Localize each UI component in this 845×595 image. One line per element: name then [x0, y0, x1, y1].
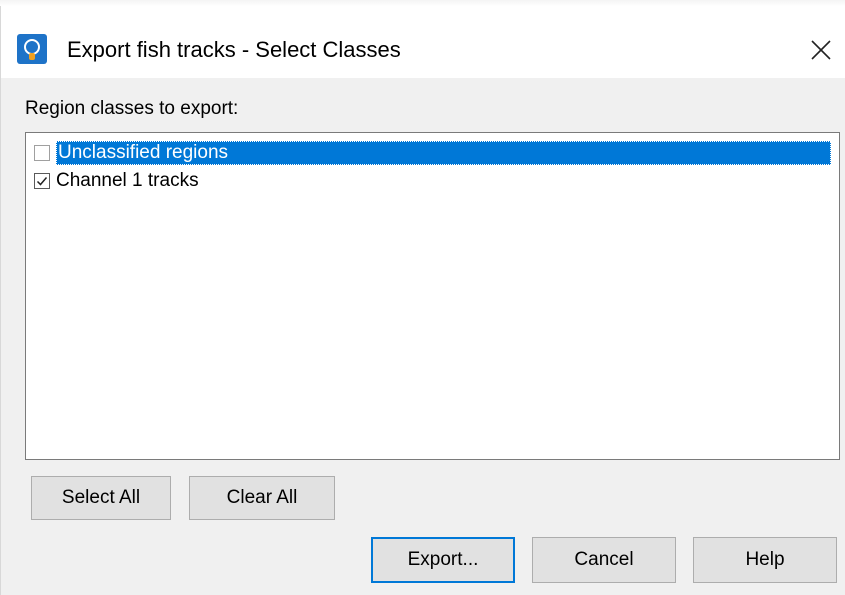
- cancel-button[interactable]: Cancel: [532, 537, 676, 583]
- screen: Export fish tracks - Select Classes Regi…: [0, 0, 845, 595]
- export-dialog: Export fish tracks - Select Classes Regi…: [0, 6, 845, 595]
- region-classes-list[interactable]: Unclassified regions Channel 1 tracks: [25, 132, 840, 460]
- checkmark-icon: [36, 177, 48, 186]
- app-icon: [17, 34, 47, 64]
- list-item-label: Channel 1 tracks: [56, 170, 199, 191]
- close-button[interactable]: [801, 30, 841, 70]
- close-icon: [811, 40, 831, 60]
- help-button[interactable]: Help: [693, 537, 837, 583]
- list-item-channel-1-tracks[interactable]: Channel 1 tracks: [34, 169, 831, 193]
- region-classes-label: Region classes to export:: [25, 98, 239, 119]
- export-button[interactable]: Export...: [371, 537, 515, 583]
- list-item-label: Unclassified regions: [56, 141, 831, 165]
- checkbox-channel-1-tracks[interactable]: [34, 173, 50, 189]
- select-all-button[interactable]: Select All: [31, 476, 171, 520]
- app-icon-dot: [29, 53, 35, 60]
- window-title: Export fish tracks - Select Classes: [67, 37, 401, 62]
- clear-all-button[interactable]: Clear All: [189, 476, 335, 520]
- title-bar[interactable]: Export fish tracks - Select Classes: [1, 6, 845, 78]
- list-item-unclassified-regions[interactable]: Unclassified regions: [34, 141, 831, 165]
- checkbox-unclassified-regions[interactable]: [34, 145, 50, 161]
